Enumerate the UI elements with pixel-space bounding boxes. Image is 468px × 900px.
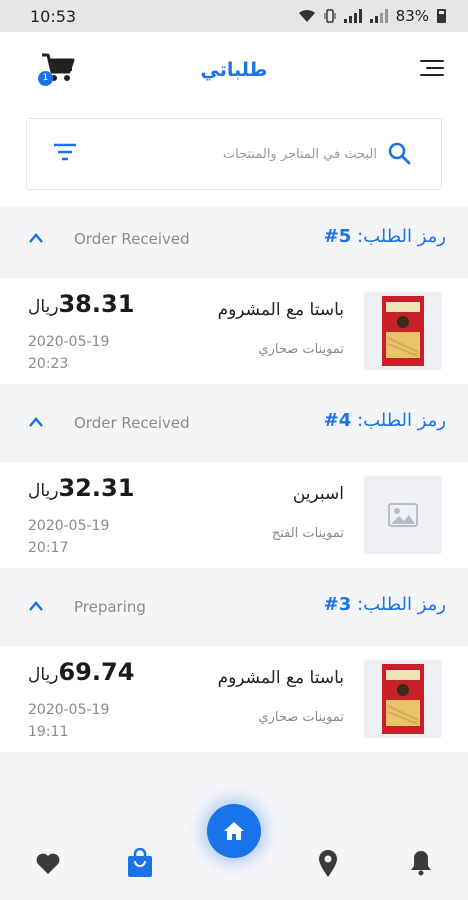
chevron-up-icon[interactable] (28, 232, 44, 244)
price-currency: ريال (28, 297, 59, 317)
item-price: 38.31ريال (28, 290, 134, 318)
search-section (0, 108, 468, 206)
order-code-number: 4# (323, 410, 352, 431)
order-time: 20:23 (28, 356, 69, 372)
item-store: تموينات الفتح (271, 526, 344, 541)
product-image (364, 292, 442, 370)
order-header: Order Received رمز الطلب: 5# (0, 206, 468, 278)
app-header: 1 طلباتي (0, 32, 468, 108)
item-store: تموينات صحاري (258, 710, 344, 725)
price-currency: ريال (28, 665, 59, 685)
order-status: Order Received (74, 230, 190, 248)
heart-icon[interactable] (35, 852, 61, 876)
order-code-number: 3# (323, 594, 352, 615)
shopping-bag-icon[interactable] (126, 848, 154, 878)
cart-button[interactable]: 1 (38, 52, 75, 86)
status-icons: 83% (298, 7, 446, 25)
filter-icon[interactable] (53, 143, 77, 161)
item-name: باستا مع المشروم (217, 668, 344, 688)
order-status: Preparing (74, 598, 146, 616)
order-header: Order Received رمز الطلب: 4# (0, 390, 468, 462)
product-image (364, 660, 442, 738)
price-amount: 38.31 (58, 290, 135, 318)
signal-icon-2 (369, 9, 388, 23)
price-amount: 69.74 (58, 658, 135, 686)
order-item[interactable]: اسبرين تموينات الفتح 32.31ريال 2020-05-1… (0, 462, 468, 568)
search-icon[interactable] (387, 141, 411, 165)
status-bar: 10:53 83% (0, 0, 468, 32)
bell-icon[interactable] (410, 848, 432, 876)
order-code-label: رمز الطلب: (357, 226, 446, 247)
bottom-nav (0, 804, 468, 900)
menu-icon-line (420, 60, 444, 62)
order-time: 20:17 (28, 540, 69, 556)
price-amount: 32.31 (58, 474, 135, 502)
search-box (26, 118, 442, 190)
battery-icon (437, 9, 446, 23)
price-currency: ريال (28, 481, 59, 501)
order-item[interactable]: باستا مع المشروم تموينات صحاري 38.31ريال… (0, 278, 468, 384)
pasta-box-image (364, 292, 442, 370)
order-code: رمز الطلب: 4# (324, 410, 446, 431)
order-code-label: رمز الطلب: (357, 410, 446, 431)
vibrate-icon (324, 9, 336, 23)
image-placeholder-icon (388, 503, 418, 527)
item-store: تموينات صحاري (258, 342, 344, 357)
order-code-number: 5# (323, 226, 352, 247)
item-name: اسبرين (292, 484, 344, 504)
signal-icon (343, 9, 362, 23)
order-code: رمز الطلب: 3# (324, 594, 446, 615)
order-item[interactable]: باستا مع المشروم تموينات صحاري 69.74ريال… (0, 646, 468, 752)
home-button[interactable] (207, 804, 261, 858)
menu-icon-line (420, 74, 444, 76)
cart-badge: 1 (38, 71, 53, 86)
page-title: طلباتي (200, 59, 268, 81)
order-status: Order Received (74, 414, 190, 432)
order-code: رمز الطلب: 5# (324, 226, 446, 247)
battery-percent: 83% (395, 7, 429, 25)
item-name: باستا مع المشروم (217, 300, 344, 320)
search-input[interactable] (117, 141, 377, 167)
order-date: 2020-05-19 (28, 334, 110, 350)
menu-button[interactable] (420, 58, 444, 78)
order-header: Preparing رمز الطلب: 3# (0, 574, 468, 646)
status-time: 10:53 (30, 6, 77, 26)
wifi-icon (298, 9, 315, 22)
menu-icon-line (426, 67, 444, 69)
chevron-up-icon[interactable] (28, 600, 44, 612)
location-pin-icon[interactable] (317, 848, 339, 878)
order-code-label: رمز الطلب: (357, 594, 446, 615)
order-date: 2020-05-19 (28, 702, 110, 718)
order-time: 19:11 (28, 724, 69, 740)
item-price: 32.31ريال (28, 474, 134, 502)
chevron-up-icon[interactable] (28, 416, 44, 428)
pasta-box-image (364, 660, 442, 738)
order-date: 2020-05-19 (28, 518, 110, 534)
item-price: 69.74ريال (28, 658, 134, 686)
home-icon (224, 822, 244, 840)
product-image (364, 476, 442, 554)
